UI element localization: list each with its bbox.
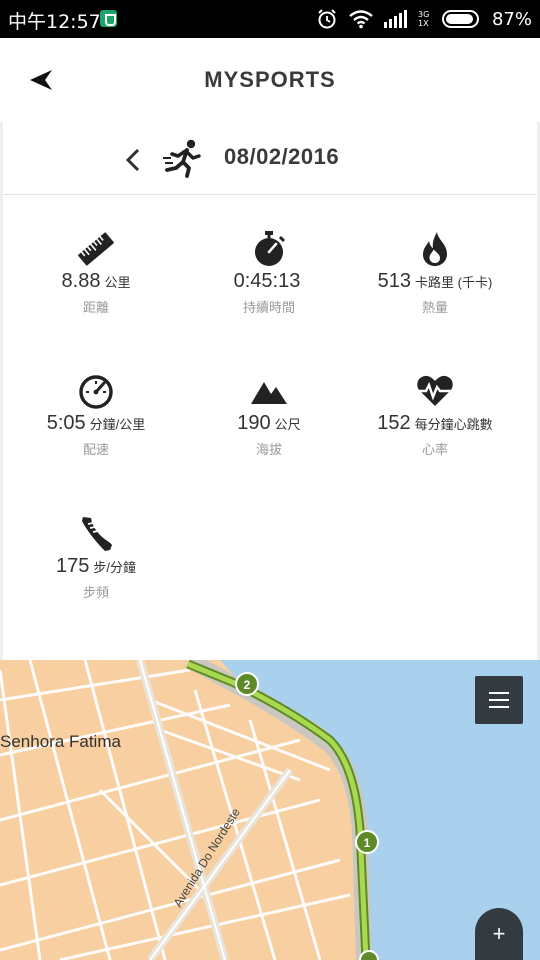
map-add-button[interactable]: + xyxy=(475,908,523,960)
status-indicators: 3G 1X 87% xyxy=(316,6,532,32)
stat-unit: 公里 xyxy=(104,275,131,290)
stat-value: 175 xyxy=(56,555,90,577)
route-map[interactable]: 2 1 Senhora Fatima Avenida Do Nordeste + xyxy=(0,660,540,960)
stat-value: 513 xyxy=(377,270,412,292)
stat-label: 配速 xyxy=(82,442,109,457)
route-marker[interactable]: 1 xyxy=(355,830,379,854)
stat-label: 距離 xyxy=(82,300,109,315)
map-canvas[interactable]: 2 1 Senhora Fatima Avenida Do Nordeste xyxy=(0,660,540,960)
status-time: 中午12:57 xyxy=(8,11,101,33)
stat-value: 152 xyxy=(377,412,411,434)
stat-unit: 每分鐘心跳數 xyxy=(414,417,493,432)
stat-heart-rate: 152 每分鐘心跳數 心率 xyxy=(346,372,524,458)
route-marker-label: 1 xyxy=(364,836,371,850)
mountain-icon xyxy=(251,382,287,404)
stat-cadence: 175 步/分鐘 步頻 xyxy=(7,515,185,601)
stat-duration: 0:45:13 持續時間 xyxy=(180,230,358,316)
map-place-label: Senhora Fatima xyxy=(0,732,121,751)
activity-date-row: 08/02/2016 xyxy=(3,122,537,195)
stat-value: 190 xyxy=(237,412,271,434)
stat-label: 海拔 xyxy=(255,442,282,457)
shoe-icon xyxy=(82,517,112,551)
battery-percent: 87% xyxy=(491,8,532,30)
network-type: 3G 1X xyxy=(417,10,430,28)
activity-summary-card: 08/02/2016 8.88 公里 距離 0:45:13 持續時間 513 卡路里… xyxy=(3,122,537,660)
route-marker-label: 2 xyxy=(244,678,251,692)
stopwatch-icon xyxy=(255,231,286,266)
flame-icon xyxy=(423,232,447,266)
ruler-icon xyxy=(78,232,114,266)
stat-unit: 步/分鐘 xyxy=(93,560,136,575)
status-bar: 中午12:57 3G 1X 87% xyxy=(0,0,540,38)
speedometer-icon xyxy=(79,375,113,409)
stat-unit: 分鐘/公里 xyxy=(89,417,146,432)
heart-rate-icon xyxy=(415,375,455,406)
activity-date: 08/02/2016 xyxy=(224,144,340,169)
stat-value: 8.88 xyxy=(61,270,101,292)
stat-label: 步頻 xyxy=(82,585,109,600)
stat-distance: 8.88 公里 距離 xyxy=(7,230,185,316)
stat-label: 熱量 xyxy=(421,300,448,315)
stat-label: 心率 xyxy=(421,442,448,457)
stat-unit: 公尺 xyxy=(274,417,301,432)
chevron-left-icon[interactable] xyxy=(121,146,145,174)
cell-signal-icon xyxy=(383,10,407,28)
stat-value: 0:45:13 xyxy=(233,270,301,292)
wifi-icon xyxy=(349,10,373,29)
running-person-icon xyxy=(163,139,201,178)
stat-pace: 5:05 分鐘/公里 配速 xyxy=(7,372,185,458)
battery-icon xyxy=(441,10,479,28)
stat-unit: 卡路里 (千卡) xyxy=(415,275,493,290)
map-menu-button[interactable] xyxy=(475,676,523,724)
page-title: MYSPORTS xyxy=(204,67,336,92)
app-header: MYSPORTS xyxy=(0,38,540,122)
security-shield-icon xyxy=(100,10,117,27)
stat-value: 5:05 xyxy=(46,412,86,434)
stat-calories: 513 卡路里 (千卡) 熱量 xyxy=(346,230,524,316)
route-marker[interactable]: 2 xyxy=(235,672,259,696)
alarm-icon xyxy=(318,9,336,29)
stat-label: 持續時間 xyxy=(242,300,295,315)
stat-elevation: 190 公尺 海拔 xyxy=(180,372,358,458)
